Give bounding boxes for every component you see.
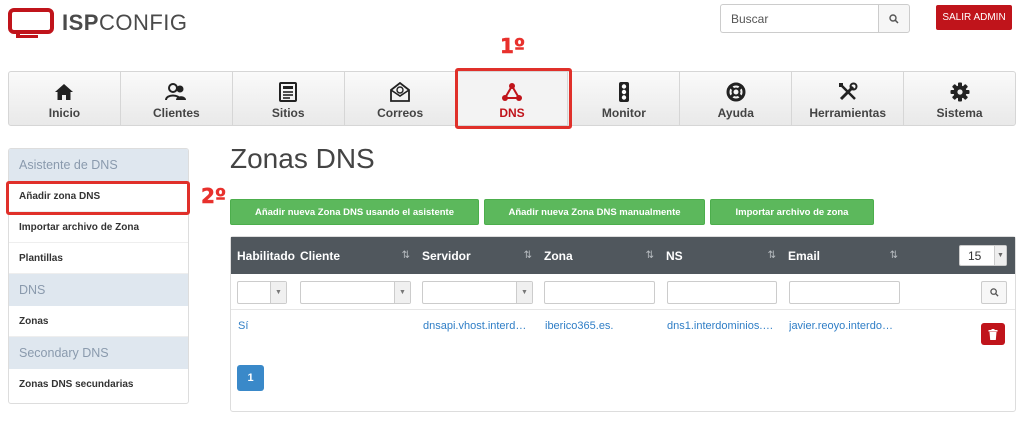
sort-icon: ⇅ [523, 250, 532, 261]
nav-label: Inicio [48, 106, 81, 120]
sidebar-item-zones[interactable]: Zonas [9, 306, 188, 337]
delete-button[interactable] [981, 323, 1005, 345]
nav-item-correos[interactable]: Correos [345, 72, 457, 125]
sidebar-section-dns: DNS [9, 274, 188, 306]
filter-client-select[interactable]: ▼ [300, 281, 411, 304]
nav-label: Monitor [601, 106, 646, 120]
nav-item-sitios[interactable]: Sitios [233, 72, 345, 125]
sort-icon: ⇅ [767, 250, 776, 261]
nav-item-ayuda[interactable]: Ayuda [680, 72, 793, 125]
nav-label: Ayuda [717, 106, 754, 120]
sidebar-item-templates[interactable]: Plantillas [9, 243, 188, 274]
col-label: Servidor [422, 248, 471, 263]
sidebar-section-secondary-dns: Secondary DNS [9, 337, 188, 369]
col-header-client[interactable]: Cliente ⇅ [294, 237, 416, 274]
action-buttons: Añadir nueva Zona DNS usando el asistent… [230, 199, 874, 225]
gear-icon [950, 82, 970, 102]
cell-zone[interactable]: iberico365.es. [545, 320, 657, 332]
col-label: Cliente [300, 248, 341, 263]
table-row[interactable]: Sí dnsapi.vhost.interd… iberico365.es. d… [231, 310, 1015, 345]
search-input[interactable] [720, 4, 878, 33]
global-search [720, 4, 910, 33]
per-page-select[interactable]: 15 ▼ [959, 245, 1007, 266]
sort-icon: ⇅ [401, 250, 410, 261]
ispconfig-logo[interactable]: ISPCONFIG [8, 8, 188, 38]
filter-ns-input[interactable] [667, 281, 777, 304]
sites-icon [279, 82, 298, 102]
search-icon [889, 13, 899, 24]
chevron-down-icon: ▼ [270, 282, 286, 303]
cell-ns[interactable]: dns1.interdominios.… [667, 320, 779, 332]
add-zone-manual-button[interactable]: Añadir nueva Zona DNS manualmente [484, 199, 705, 225]
step-1-annotation: 1º [500, 34, 526, 59]
col-label: Habilitado [237, 248, 296, 263]
lifebuoy-icon [726, 82, 746, 102]
col-header-zone[interactable]: Zona ⇅ [538, 237, 660, 274]
col-label: Email [788, 248, 821, 263]
nav-item-clientes[interactable]: Clientes [121, 72, 233, 125]
traffic-light-icon [618, 82, 629, 102]
nav-label: Correos [377, 106, 424, 120]
pagination-page-1[interactable]: 1 [237, 365, 264, 391]
per-page-value: 15 [968, 248, 982, 263]
chevron-down-icon: ▼ [994, 246, 1006, 265]
col-header-email[interactable]: Email ⇅ [782, 237, 904, 274]
home-icon [55, 84, 74, 100]
col-header-ns[interactable]: NS ⇅ [660, 237, 782, 274]
add-zone-highlight-box [6, 181, 190, 215]
nav-label: Clientes [152, 106, 200, 120]
app-root: ISPCONFIG SALIR ADMIN 1º 2º Inicio Clien… [0, 0, 1024, 427]
filter-search-button[interactable] [981, 281, 1007, 304]
table-header: Habilitado Cliente ⇅ Servidor ⇅ Zona ⇅ NS ⇅ … [231, 237, 1015, 274]
chevron-down-icon: ▼ [394, 282, 410, 303]
cell-email[interactable]: javier.reoyo.interdo… [789, 320, 901, 332]
nav-item-herramientas[interactable]: Herramientas [792, 72, 905, 125]
nav-label: Herramientas [809, 106, 887, 120]
users-icon [165, 83, 187, 101]
sidebar-item-secondary-zones[interactable]: Zonas DNS secundarias [9, 369, 188, 400]
tools-icon [838, 82, 858, 101]
col-header-enabled[interactable]: Habilitado [231, 237, 296, 274]
add-zone-wizard-button[interactable]: Añadir nueva Zona DNS usando el asistent… [230, 199, 479, 225]
chevron-down-icon: ▼ [516, 282, 532, 303]
trash-icon [988, 328, 998, 340]
filter-zone-input[interactable] [544, 281, 655, 304]
filter-row: ▼ ▼ ▼ [231, 274, 1015, 310]
mail-icon [390, 82, 411, 102]
sidebar-item-import-zone[interactable]: Importar archivo de Zona [9, 212, 188, 243]
col-label: NS [666, 248, 683, 263]
zones-table: Habilitado Cliente ⇅ Servidor ⇅ Zona ⇅ NS ⇅ … [230, 236, 1016, 412]
col-header-server[interactable]: Servidor ⇅ [416, 237, 538, 274]
logout-button[interactable]: SALIR ADMIN [936, 5, 1012, 30]
search-button[interactable] [878, 4, 910, 33]
filter-enabled-select[interactable]: ▼ [237, 281, 287, 304]
page-title: Zonas DNS [230, 143, 375, 174]
nav-item-monitor[interactable]: Monitor [568, 72, 681, 125]
logo-text: ISPCONFIG [62, 10, 188, 35]
nav-item-sistema[interactable]: Sistema [904, 72, 1015, 125]
nav-label: Sitios [271, 106, 305, 120]
dns-highlight-box [455, 68, 572, 129]
nav-item-inicio[interactable]: Inicio [9, 72, 121, 125]
sidebar-section-dns-wizard: Asistente de DNS [9, 149, 188, 181]
cell-server[interactable]: dnsapi.vhost.interd… [423, 320, 535, 332]
col-label: Zona [544, 248, 573, 263]
sort-icon: ⇅ [889, 250, 898, 261]
filter-email-input[interactable] [789, 281, 900, 304]
filter-server-select[interactable]: ▼ [422, 281, 533, 304]
cell-enabled[interactable]: Sí [238, 320, 293, 332]
sort-icon: ⇅ [645, 250, 654, 261]
search-icon [989, 288, 999, 297]
step-2-annotation: 2º [201, 184, 227, 209]
import-zone-button[interactable]: Importar archivo de zona [710, 199, 874, 225]
nav-label: Sistema [936, 106, 983, 120]
logo-mark-icon [8, 8, 54, 38]
